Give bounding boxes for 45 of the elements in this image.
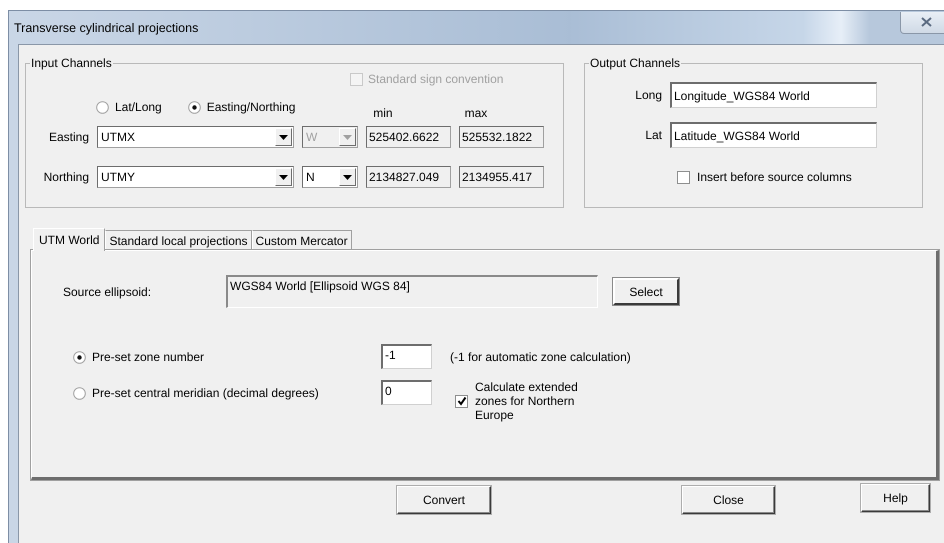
column-dropdown[interactable]: UTMY xyxy=(97,166,294,188)
hemisphere-dropdown[interactable]: N xyxy=(302,166,358,188)
dialog-button[interactable]: Convert xyxy=(397,486,491,514)
column-header: max xyxy=(464,106,488,120)
radio-label: Pre-set central meridian (decimal degrees) xyxy=(92,386,319,400)
field-label: Lat xyxy=(644,128,662,142)
max-value-field[interactable]: 525532.1822 xyxy=(459,126,544,148)
group-title: Output Channels xyxy=(589,56,682,70)
radio-label: Easting/Northing xyxy=(206,100,296,114)
zone-field[interactable]: 0 xyxy=(381,380,432,405)
radio-label: Lat/Long xyxy=(115,100,162,114)
radio-label: Pre-set zone number xyxy=(92,350,204,364)
checkbox-label: Standard sign convention xyxy=(368,72,504,86)
ellipsoid-field: WGS84 World [Ellipsoid WGS 84] xyxy=(226,275,598,308)
radio-button[interactable] xyxy=(188,100,201,114)
close-button[interactable] xyxy=(900,12,944,34)
output-name-field[interactable]: Latitude_WGS84 World xyxy=(670,122,877,148)
field-label: Long xyxy=(634,88,662,102)
checkbox[interactable] xyxy=(677,170,690,184)
tab[interactable]: Standard local projections xyxy=(105,230,252,250)
window-title: Transverse cylindrical projections xyxy=(14,20,198,34)
column-header: min xyxy=(372,106,394,120)
radio-button[interactable] xyxy=(73,350,86,364)
row-label: Northing xyxy=(42,170,89,184)
tab[interactable]: Custom Mercator xyxy=(252,230,352,250)
close-icon xyxy=(920,17,932,27)
min-value-field[interactable]: 525402.6622 xyxy=(366,126,451,148)
checkbox-label: Calculate extended zones for Northern Europe xyxy=(475,380,579,422)
select-button[interactable]: Select xyxy=(613,278,679,305)
column-dropdown[interactable]: UTMX xyxy=(97,126,294,148)
field-label: Source ellipsoid: xyxy=(63,284,152,298)
min-value-field[interactable]: 2134827.049 xyxy=(366,166,451,188)
row-label: Easting xyxy=(48,130,89,144)
checkbox-label: Insert before source columns xyxy=(697,170,852,184)
max-value-field[interactable]: 2134955.417 xyxy=(459,166,544,188)
dialog-button[interactable]: Close xyxy=(682,486,775,514)
checkbox[interactable] xyxy=(455,394,468,408)
tab[interactable]: UTM World xyxy=(33,228,106,251)
radio-button[interactable] xyxy=(96,100,109,114)
dialog-button[interactable]: Help xyxy=(861,484,930,512)
group-title: Input Channels xyxy=(30,56,113,70)
zone-field[interactable]: -1 xyxy=(381,344,432,369)
output-name-field[interactable]: Longitude_WGS84 World xyxy=(670,82,877,108)
hint-text: (-1 for automatic zone calculation) xyxy=(450,349,632,366)
radio-button[interactable] xyxy=(73,386,86,400)
